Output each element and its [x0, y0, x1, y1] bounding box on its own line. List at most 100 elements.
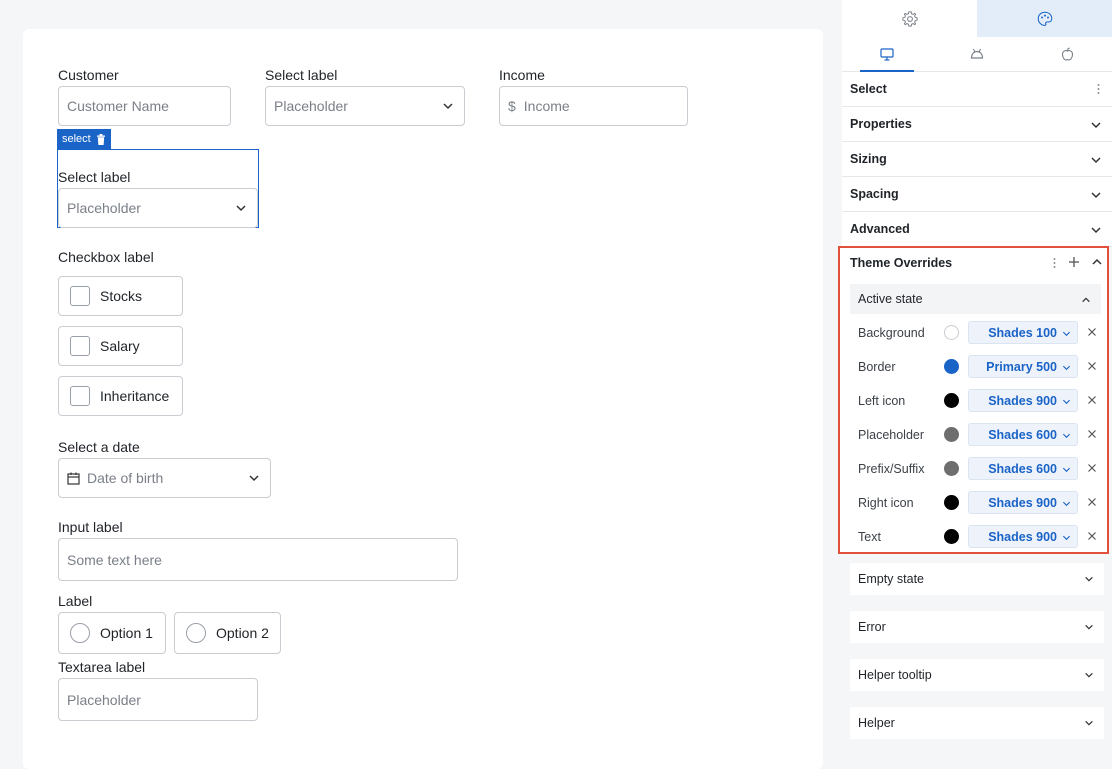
checkbox-square[interactable] — [70, 386, 90, 406]
override-name: Background — [858, 326, 925, 340]
section-sizing[interactable]: Sizing — [842, 142, 1112, 177]
section-title: Properties — [850, 117, 912, 131]
token-select[interactable]: Shades 900 — [968, 525, 1078, 548]
color-swatch[interactable] — [944, 393, 959, 408]
chevron-down-icon — [1062, 365, 1071, 371]
remove-override-icon[interactable] — [1087, 327, 1097, 337]
override-row: Text Shades 900 — [858, 525, 1108, 549]
checkbox-option-label: Inheritance — [100, 388, 170, 404]
customer-input[interactable]: Customer Name — [58, 86, 231, 126]
color-swatch[interactable] — [944, 359, 959, 374]
token-select[interactable]: Primary 500 — [968, 355, 1078, 378]
color-swatch[interactable] — [944, 325, 959, 340]
token-select[interactable]: Shades 600 — [968, 423, 1078, 446]
section-title: Empty state — [858, 572, 924, 586]
checkbox-square[interactable] — [70, 336, 90, 356]
color-swatch[interactable] — [944, 529, 959, 544]
textarea-input[interactable]: Placeholder — [58, 678, 258, 721]
remove-override-icon[interactable] — [1087, 395, 1097, 405]
override-row: Left icon Shades 900 — [858, 389, 1108, 413]
chevron-down-icon — [1062, 331, 1071, 337]
theme-overrides-title: Theme Overrides — [850, 256, 953, 270]
remove-override-icon[interactable] — [1087, 497, 1097, 507]
section-empty-state[interactable]: Empty state — [850, 563, 1104, 595]
checkbox-square[interactable] — [70, 286, 90, 306]
remove-override-icon[interactable] — [1087, 429, 1097, 439]
selected-component-tag[interactable]: select — [57, 129, 111, 149]
section-helper-tooltip[interactable]: Helper tooltip — [850, 659, 1104, 691]
override-name: Text — [858, 530, 881, 544]
token-value: Shades 900 — [988, 495, 1057, 510]
token-select[interactable]: Shades 600 — [968, 457, 1078, 480]
remove-override-icon[interactable] — [1087, 531, 1097, 541]
section-select[interactable]: Select — [842, 72, 1112, 107]
remove-override-icon[interactable] — [1087, 361, 1097, 371]
select-input-selected[interactable]: Placeholder — [58, 188, 258, 228]
override-row: Background Shades 100 — [858, 321, 1108, 345]
apple-icon — [1061, 47, 1073, 61]
radio-option-label: Option 1 — [100, 625, 153, 641]
radio-option-2[interactable]: Option 2 — [174, 612, 281, 654]
android-icon — [970, 48, 984, 59]
chevron-down-icon — [1091, 227, 1101, 234]
section-title: Sizing — [850, 152, 887, 166]
chevron-down-icon — [1085, 672, 1093, 678]
chevron-down-icon — [1091, 122, 1101, 129]
checkbox-inheritance[interactable]: Inheritance — [58, 376, 183, 416]
checkbox-stocks[interactable]: Stocks — [58, 276, 183, 316]
section-spacing[interactable]: Spacing — [842, 177, 1112, 212]
theme-overrides-section: Theme Overrides Active state Background S… — [838, 246, 1109, 554]
select-input-top[interactable]: Placeholder — [265, 86, 465, 126]
tab-ios[interactable] — [1022, 37, 1112, 71]
radio-option-1[interactable]: Option 1 — [58, 612, 166, 654]
color-swatch[interactable] — [944, 427, 959, 442]
chevron-down-icon — [249, 475, 259, 482]
color-swatch[interactable] — [944, 461, 959, 476]
section-advanced[interactable]: Advanced — [842, 212, 1112, 247]
calendar-icon — [67, 472, 80, 485]
checkbox-salary[interactable]: Salary — [58, 326, 183, 366]
kebab-icon[interactable] — [1053, 257, 1056, 269]
text-input-placeholder: Some text here — [67, 551, 162, 568]
token-select[interactable]: Shades 900 — [968, 491, 1078, 514]
override-name: Left icon — [858, 394, 906, 408]
active-state-header[interactable]: Active state — [850, 284, 1101, 314]
chevron-down-icon — [1062, 535, 1071, 541]
text-input[interactable]: Some text here — [58, 538, 458, 581]
section-title: Select — [850, 82, 887, 96]
checkbox-group-label: Checkbox label — [58, 249, 154, 265]
income-prefix: $ — [508, 98, 516, 114]
chevron-down-icon — [1085, 720, 1093, 726]
chevron-down-icon — [1062, 501, 1071, 507]
chevron-up-icon — [1082, 297, 1090, 303]
section-title: Spacing — [850, 187, 899, 201]
token-value: Shades 600 — [988, 461, 1057, 476]
kebab-icon[interactable] — [1097, 83, 1100, 95]
radio-circle[interactable] — [186, 623, 206, 643]
token-select[interactable]: Shades 900 — [968, 389, 1078, 412]
chevron-up-icon[interactable] — [1091, 256, 1103, 268]
chevron-down-icon — [1091, 192, 1101, 199]
textarea-label: Textarea label — [58, 659, 146, 675]
color-swatch[interactable] — [944, 495, 959, 510]
tab-theme[interactable] — [977, 0, 1112, 37]
section-properties[interactable]: Properties — [842, 107, 1112, 142]
section-helper[interactable]: Helper — [850, 707, 1104, 739]
checkbox-option-label: Salary — [100, 338, 140, 354]
desktop-icon — [880, 47, 894, 61]
income-input[interactable]: $ Income — [499, 86, 688, 126]
tab-desktop[interactable] — [842, 37, 932, 72]
tab-settings[interactable] — [842, 0, 977, 37]
customer-placeholder: Customer Name — [67, 98, 169, 114]
section-error[interactable]: Error — [850, 611, 1104, 643]
trash-icon[interactable] — [96, 133, 106, 145]
override-row: Border Primary 500 — [858, 355, 1108, 379]
radio-circle[interactable] — [70, 623, 90, 643]
date-picker-input[interactable]: Date of birth — [58, 458, 271, 498]
token-select[interactable]: Shades 100 — [968, 321, 1078, 344]
add-icon[interactable] — [1068, 256, 1080, 268]
tab-android[interactable] — [932, 37, 1022, 71]
chevron-down-icon — [1062, 433, 1071, 439]
section-title: Helper — [858, 716, 895, 730]
remove-override-icon[interactable] — [1087, 463, 1097, 473]
